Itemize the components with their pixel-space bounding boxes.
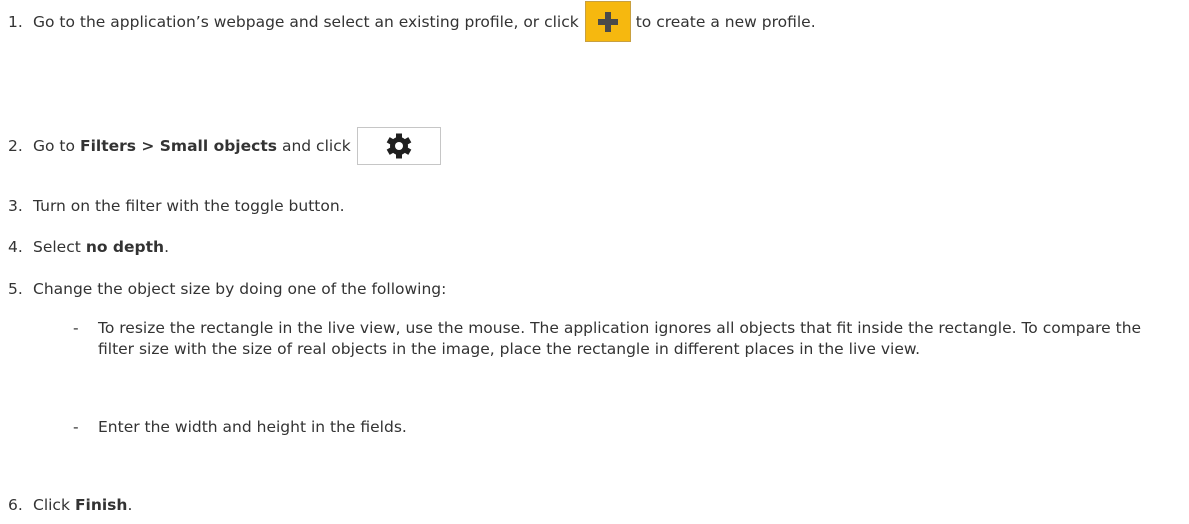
menu-path: Filters > Small objects — [79, 137, 277, 155]
plus-icon — [597, 11, 618, 32]
step-number: 1. — [8, 12, 23, 31]
step-text: and click — [281, 137, 351, 155]
step-text: Select — [33, 238, 81, 256]
bullet-dash: - — [73, 418, 79, 436]
step-text: Go to — [33, 137, 75, 155]
gear-icon — [386, 133, 412, 159]
step-text: . — [164, 238, 169, 256]
settings-button[interactable] — [356, 127, 441, 165]
step-number: 6. — [8, 496, 23, 514]
list-item-text: To resize the rectangle in the live view… — [98, 319, 1142, 358]
step-number: 4. — [8, 238, 23, 256]
step-5: 5. Change the object size by doing one o… — [8, 278, 446, 300]
option-name: no depth — [85, 238, 165, 256]
step-text: Go to the application’s webpage and sele… — [33, 12, 579, 31]
step-text: Click — [33, 496, 70, 514]
step-6: 6. Click Finish. — [8, 494, 132, 516]
step-number: 3. — [8, 197, 23, 215]
bullet-dash: - — [73, 319, 79, 337]
step-3: 3. Turn on the filter with the toggle bu… — [8, 195, 345, 217]
list-item: - To resize the rectangle in the live vi… — [73, 318, 1153, 360]
step-text: . — [127, 496, 133, 514]
step-2: 2. Go to Filters > Small objects and cli… — [8, 126, 441, 166]
add-profile-button[interactable] — [584, 1, 631, 42]
list-item: - Enter the width and height in the fiel… — [73, 417, 1153, 438]
step-4: 4. Select no depth. — [8, 236, 169, 258]
list-item-text: Enter the width and height in the fields… — [98, 418, 407, 436]
button-name: Finish — [74, 496, 128, 514]
step-number: 2. — [8, 137, 23, 155]
step-1: 1. Go to the application’s webpage and s… — [8, 0, 816, 43]
step-text: Turn on the filter with the toggle butto… — [33, 197, 345, 215]
step-text: to create a new profile. — [635, 12, 816, 31]
step-number: 5. — [8, 280, 23, 298]
step-text: Change the object size by doing one of t… — [33, 280, 447, 298]
